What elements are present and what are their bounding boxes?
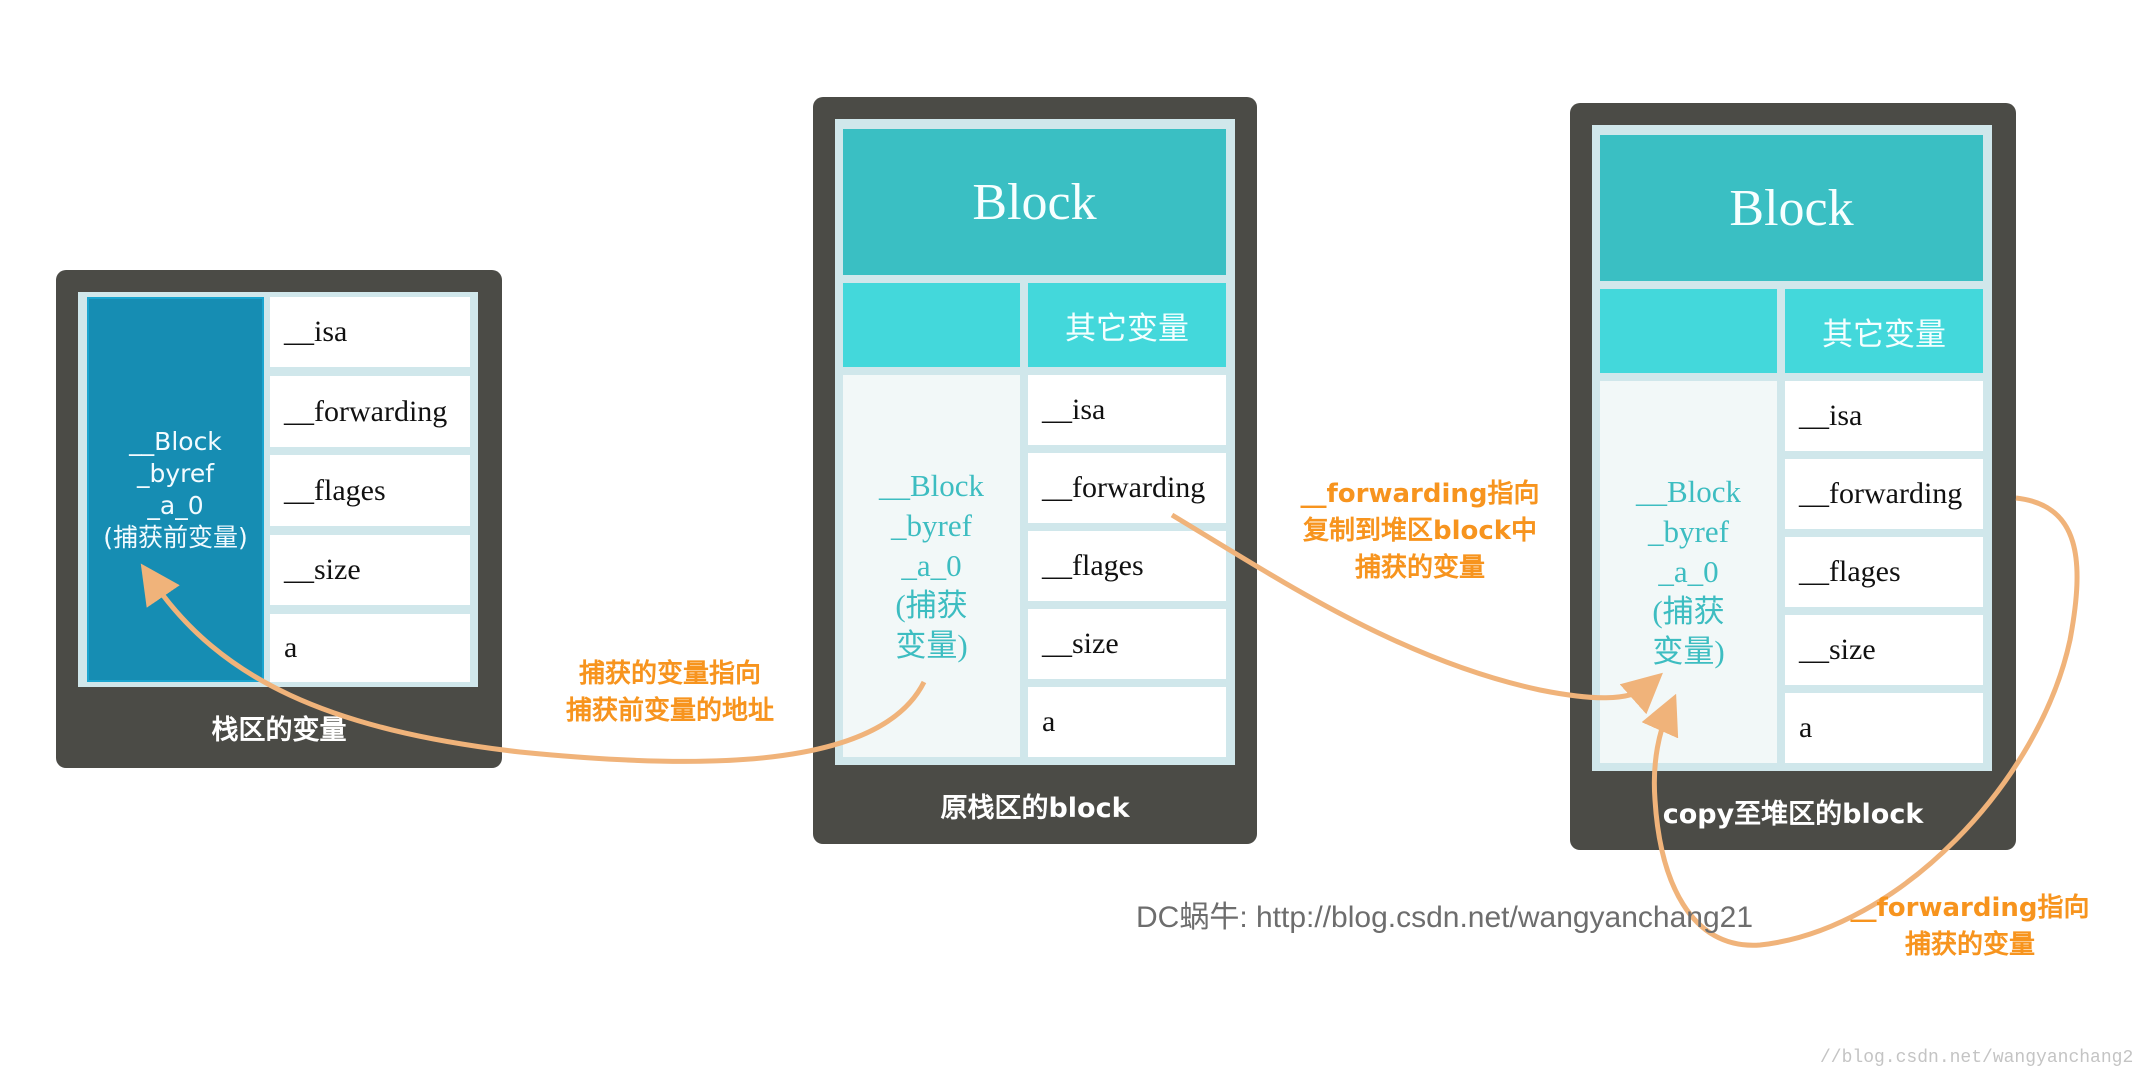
- heap-block-field-isa: __isa: [1785, 381, 1983, 451]
- stack-block-other-vars: 其它变量: [1028, 283, 1226, 367]
- note-heap-forwarding-self: __forwarding指向 捕获的变量: [1850, 893, 2090, 960]
- stack-block-header: Block: [843, 129, 1226, 275]
- author-credit: DC蜗牛: http://blog.csdn.net/wangyanchang2…: [1136, 901, 1754, 934]
- stack-var-field-forwarding: __forwarding: [270, 376, 470, 447]
- stack-block-field-forwarding: __forwarding: [1028, 453, 1226, 523]
- stack-block-field-isa: __isa: [1028, 375, 1226, 445]
- heap-block-byref-header: [1600, 289, 1777, 373]
- stack-block-field-size: __size: [1028, 609, 1226, 679]
- watermark: //blog.csdn.net/wangyanchang21: [1820, 1048, 2134, 1068]
- note-captured-points-to-original: 捕获的变量指向 捕获前变量的地址: [565, 659, 774, 726]
- heap-block-label: copy至堆区的block: [1662, 799, 1924, 830]
- heap-block-header: Block: [1600, 135, 1983, 281]
- note-forwarding-to-heap: __forwarding指向 复制到堆区block中 捕获的变量: [1300, 479, 1540, 583]
- stack-block-byref-variable: __Block _byref _a_0 (捕获 变量): [843, 375, 1020, 757]
- stack-block-field-a: a: [1028, 687, 1226, 757]
- stack-block-label: 原栈区的block: [940, 793, 1130, 824]
- stack-variable-label: 栈区的变量: [211, 715, 347, 746]
- stack-block-field-flages: __flages: [1028, 531, 1226, 601]
- heap-block-field-flages: __flages: [1785, 537, 1983, 607]
- stack-var-field-a: a: [270, 614, 470, 682]
- heap-block-field-size: __size: [1785, 615, 1983, 685]
- stack-byref-variable: __Block _byref _a_0 (捕获前变量): [87, 297, 264, 682]
- stack-block-byref-header: [843, 283, 1020, 367]
- stack-var-field-isa: __isa: [270, 297, 470, 367]
- heap-block-byref-variable: __Block _byref _a_0 (捕获 变量): [1600, 381, 1777, 763]
- heap-block-field-a: a: [1785, 693, 1983, 763]
- stack-var-field-flages: __flages: [270, 455, 470, 526]
- heap-block-field-forwarding: __forwarding: [1785, 459, 1983, 529]
- stack-var-field-size: __size: [270, 535, 470, 605]
- heap-block-other-vars: 其它变量: [1785, 289, 1983, 373]
